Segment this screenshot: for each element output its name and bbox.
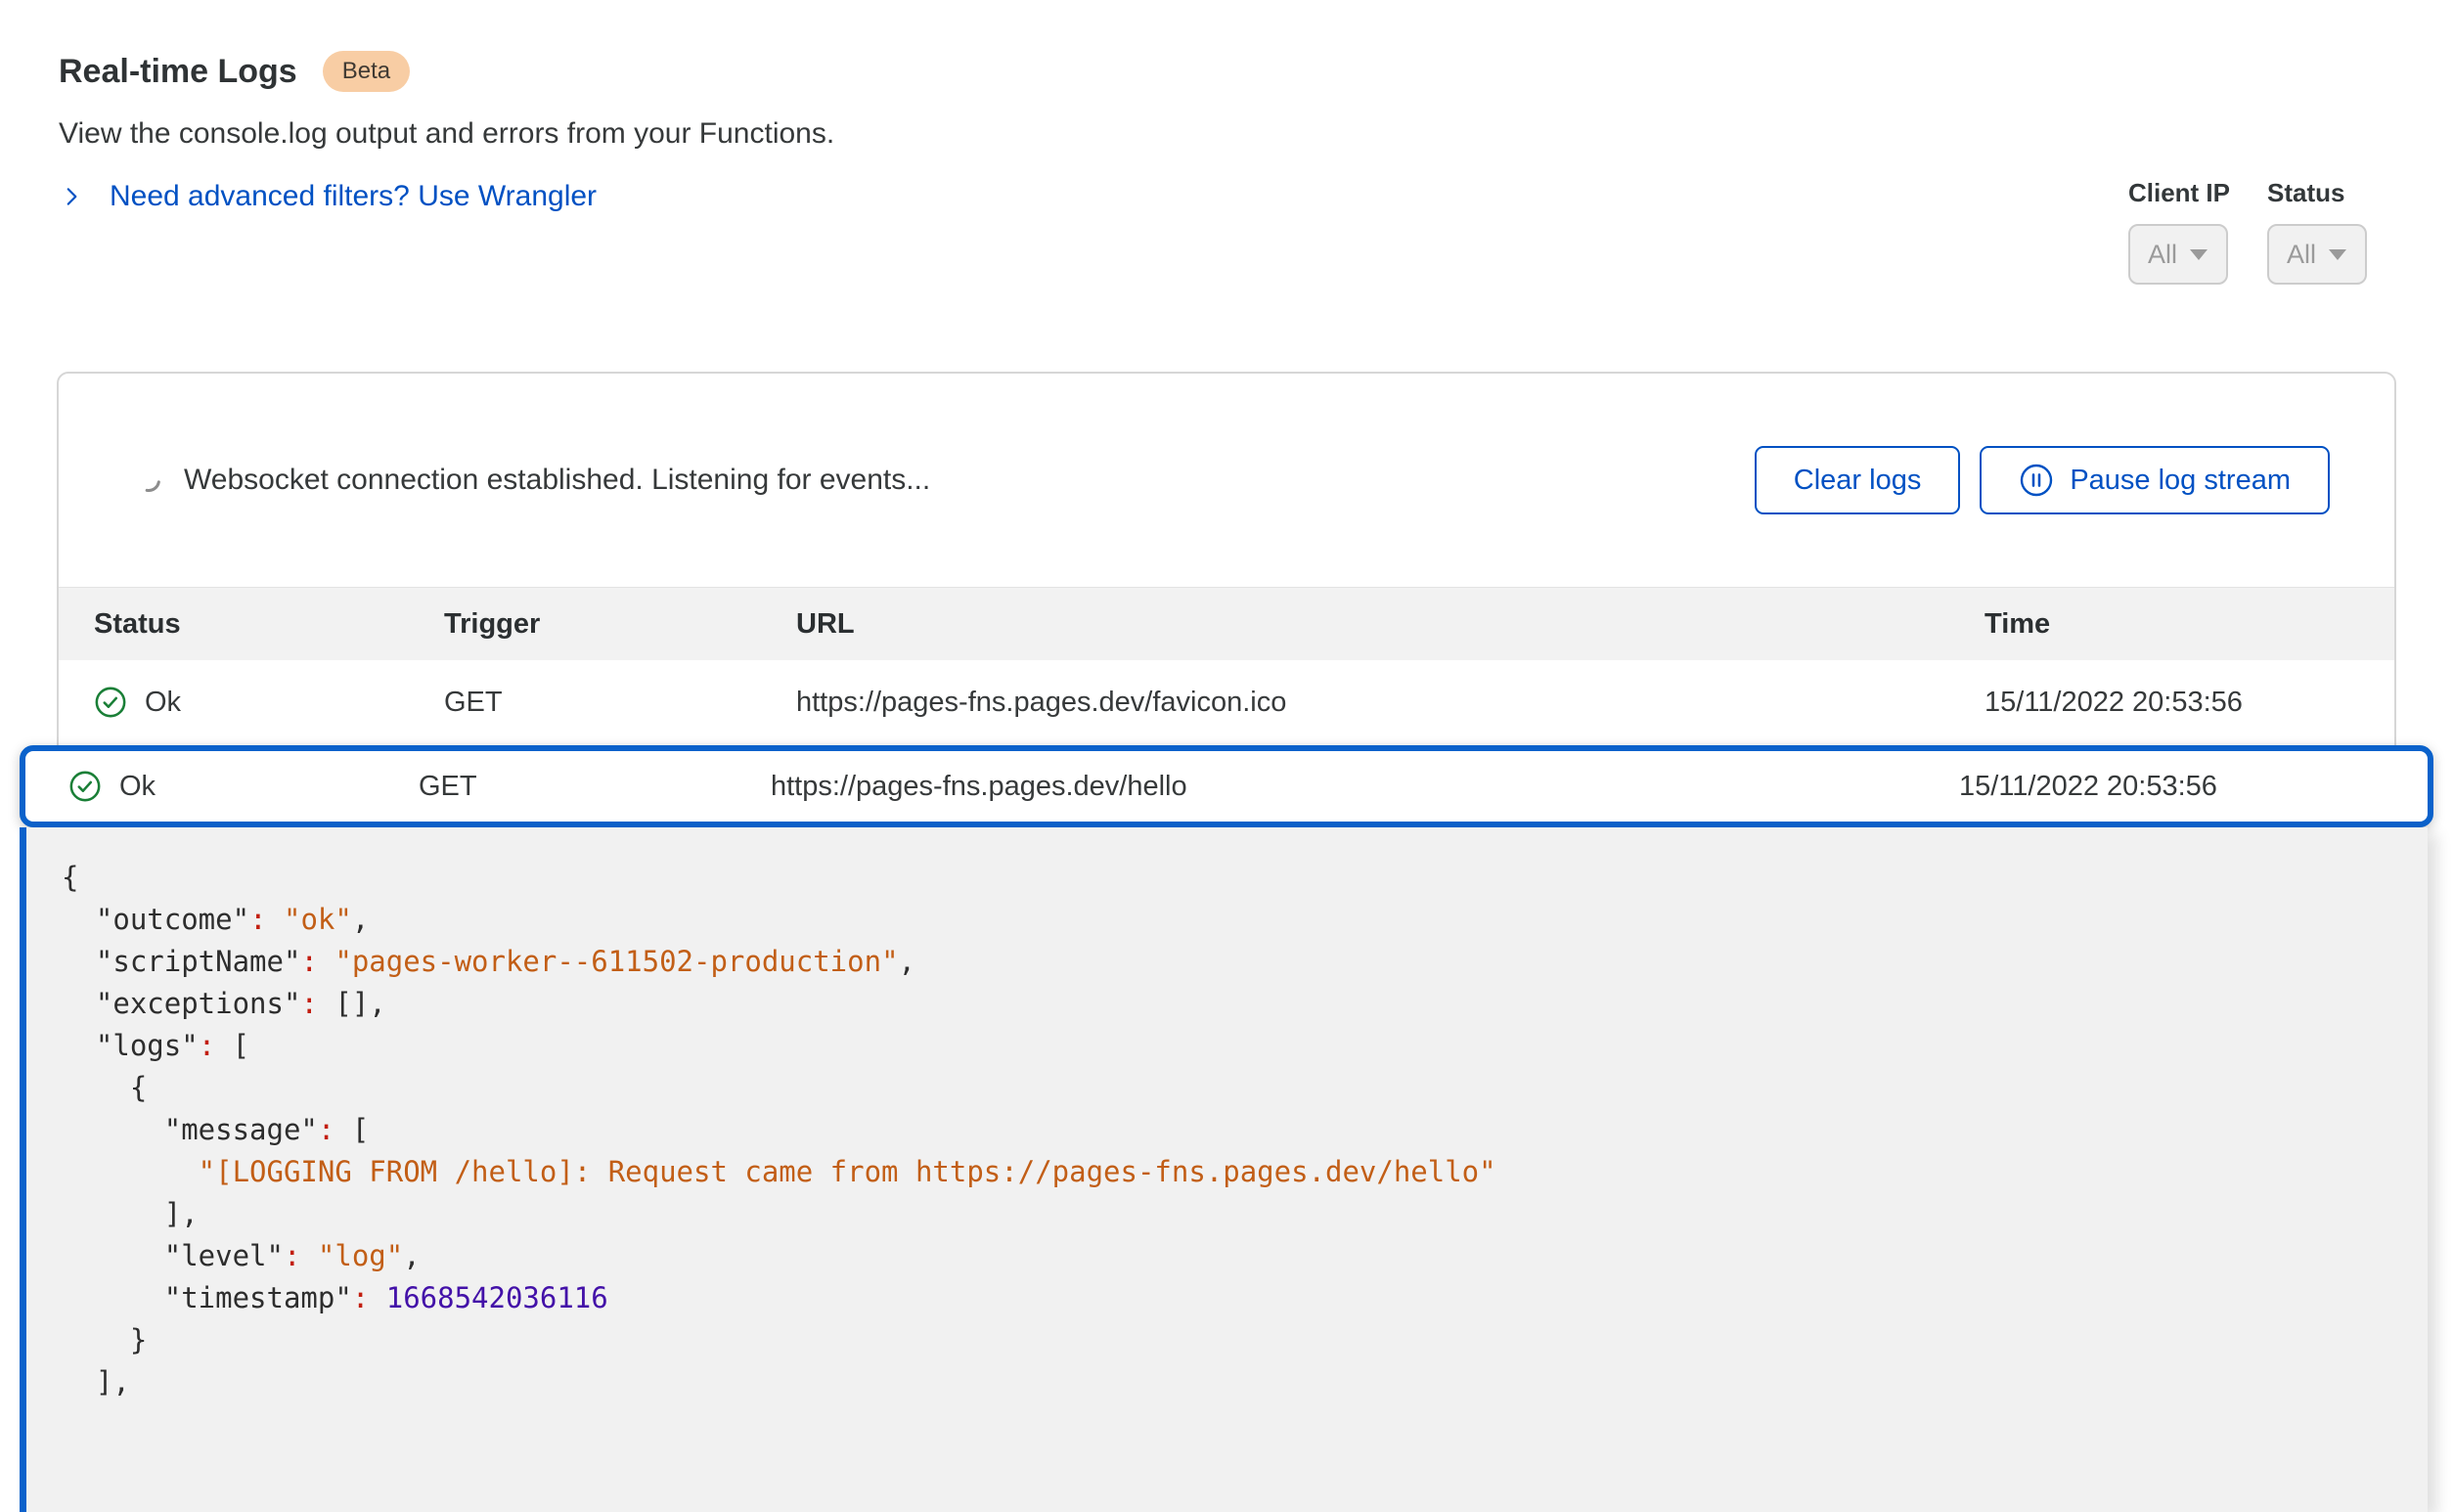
pause-log-stream-label: Pause log stream — [2070, 465, 2291, 497]
cell-url: https://pages-fns.pages.dev/hello — [771, 771, 1959, 803]
caret-down-icon — [2328, 248, 2347, 261]
clear-logs-label: Clear logs — [1794, 465, 1922, 497]
column-header-time: Time — [1985, 608, 2359, 641]
cell-status: Ok — [145, 687, 181, 719]
status-filter-value: All — [2287, 240, 2316, 270]
client-ip-filter-dropdown[interactable]: All — [2128, 224, 2228, 285]
clear-logs-button[interactable]: Clear logs — [1755, 446, 1961, 514]
status-filter-dropdown[interactable]: All — [2267, 224, 2367, 285]
cell-status: Ok — [119, 771, 156, 803]
pause-circle-icon — [2019, 463, 2054, 498]
status-filter-label: Status — [2267, 178, 2344, 208]
check-circle-icon — [94, 686, 127, 719]
caret-down-icon — [2189, 248, 2208, 261]
beta-badge: Beta — [323, 51, 410, 92]
page-title: Real-time Logs — [59, 53, 297, 91]
panel-toolbar: Websocket connection established. Listen… — [59, 374, 2394, 587]
chevron-right-icon — [59, 184, 84, 209]
spinner-icon — [133, 465, 164, 496]
client-ip-filter-label: Client IP — [2128, 178, 2230, 208]
json-detail-panel: { "outcome": "ok", "scriptName": "pages-… — [20, 827, 2428, 1512]
page-header: Real-time Logs Beta View the console.log… — [59, 51, 834, 213]
cell-time: 15/11/2022 20:53:56 — [1959, 771, 2385, 803]
cell-time: 15/11/2022 20:53:56 — [1985, 687, 2359, 719]
column-header-url: URL — [796, 608, 1985, 641]
cell-trigger: GET — [419, 771, 771, 803]
column-header-status: Status — [94, 608, 444, 641]
filter-controls: Client IP All Status All — [2128, 178, 2367, 285]
cell-url: https://pages-fns.pages.dev/favicon.ico — [796, 687, 1985, 719]
page-subtitle: View the console.log output and errors f… — [59, 117, 834, 151]
logs-table-header: Status Trigger URL Time — [59, 587, 2394, 660]
connection-status-text: Websocket connection established. Listen… — [184, 464, 930, 497]
wrangler-link[interactable]: Need advanced filters? Use Wrangler — [110, 180, 597, 213]
client-ip-filter: Client IP All — [2128, 178, 2230, 285]
check-circle-icon — [68, 770, 102, 803]
json-code: { "outcome": "ok", "scriptName": "pages-… — [62, 857, 2359, 1403]
expanded-log-entry: Ok GET https://pages-fns.pages.dev/hello… — [20, 745, 2433, 1512]
log-table-row[interactable]: Ok GET https://pages-fns.pages.dev/favic… — [59, 660, 2394, 744]
selected-log-row[interactable]: Ok GET https://pages-fns.pages.dev/hello… — [20, 745, 2433, 827]
status-filter: Status All — [2267, 178, 2367, 285]
client-ip-filter-value: All — [2148, 240, 2177, 270]
pause-log-stream-button[interactable]: Pause log stream — [1980, 446, 2330, 514]
cell-trigger: GET — [444, 687, 796, 719]
connection-status: Websocket connection established. Listen… — [135, 464, 930, 497]
wrangler-link-row[interactable]: Need advanced filters? Use Wrangler — [59, 180, 834, 213]
column-header-trigger: Trigger — [444, 608, 796, 641]
